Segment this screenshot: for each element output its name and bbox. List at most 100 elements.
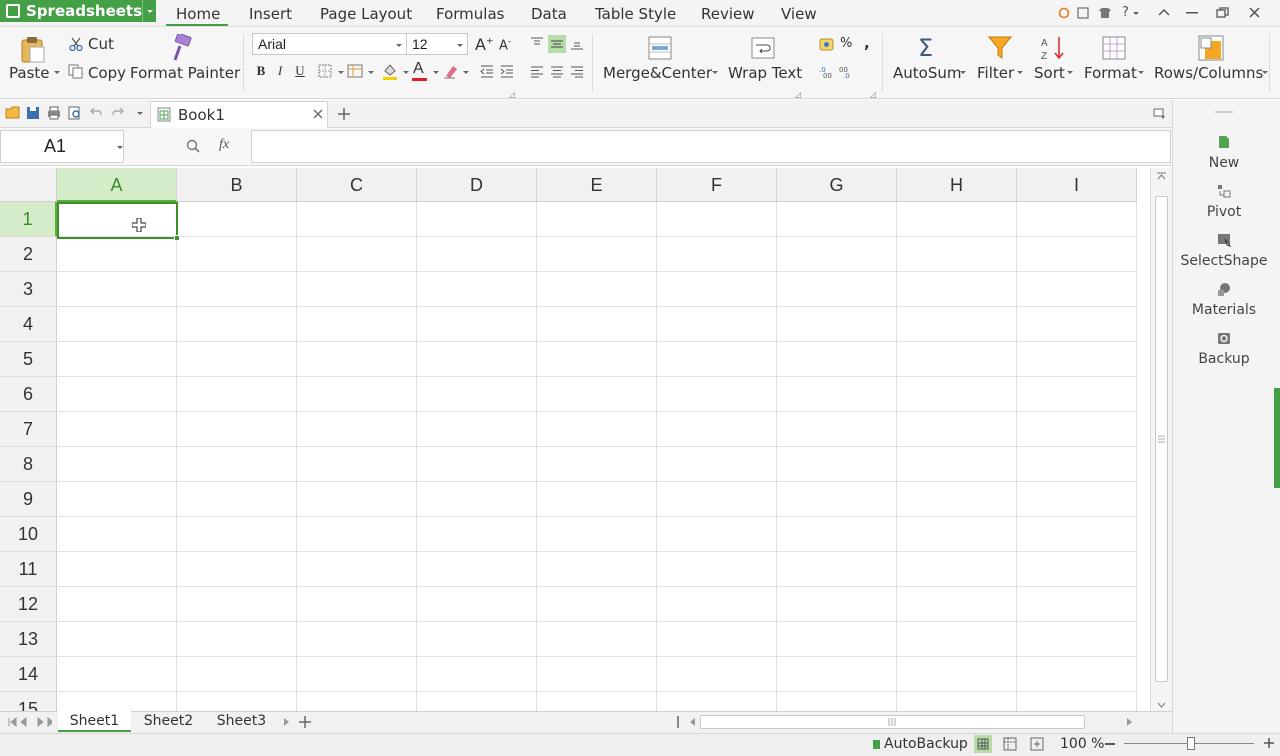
tab-view[interactable]: View (781, 5, 817, 23)
align-center-icon[interactable] (550, 66, 564, 78)
column-header[interactable]: F (657, 168, 777, 202)
help-dropdown-icon[interactable] (1133, 12, 1139, 15)
row-header[interactable]: 7 (0, 412, 57, 447)
sync-icon[interactable] (1058, 7, 1070, 19)
align-left-icon[interactable] (530, 66, 544, 78)
name-box[interactable]: A1 (0, 130, 124, 163)
shirt-icon[interactable] (1098, 7, 1112, 19)
row-header[interactable]: 14 (0, 657, 57, 692)
save-icon[interactable] (26, 106, 40, 120)
clear-format-dropdown-icon[interactable] (463, 71, 469, 74)
new-tab-icon[interactable] (337, 107, 351, 121)
autobackup-button[interactable]: AutoBackup (884, 736, 968, 752)
increase-decimal-icon[interactable]: .000 (819, 66, 833, 78)
paste-button[interactable]: Paste (9, 64, 50, 82)
app-menu-button[interactable]: Spreadsheets (0, 0, 156, 22)
cell-style-dropdown-icon[interactable] (368, 71, 374, 74)
format-dropdown-icon[interactable] (1138, 71, 1144, 74)
row-header[interactable]: 9 (0, 482, 57, 517)
skin-icon[interactable] (1077, 7, 1089, 19)
merge-center-icon[interactable] (648, 36, 672, 60)
row-header[interactable]: 12 (0, 587, 57, 622)
column-header[interactable]: H (897, 168, 1017, 202)
comma-format-button[interactable]: , (864, 34, 870, 52)
tab-list-icon[interactable] (1153, 108, 1167, 120)
active-cell[interactable] (57, 202, 180, 241)
zoom-level[interactable]: 100 % (1060, 736, 1104, 752)
alignment-settings-launcher-icon[interactable]: ◿ (795, 90, 801, 99)
zoom-in-icon[interactable] (1263, 737, 1275, 749)
sort-button[interactable]: Sort (1034, 64, 1065, 82)
sort-icon[interactable]: AZ (1040, 35, 1066, 61)
normal-view-icon[interactable] (974, 735, 992, 753)
percent-format-button[interactable]: % (840, 36, 852, 51)
paste-icon[interactable] (20, 36, 46, 64)
column-header[interactable]: C (297, 168, 417, 202)
underline-button[interactable]: U (291, 62, 309, 80)
column-header[interactable]: B (177, 168, 297, 202)
sheet-nav-icons[interactable] (8, 717, 52, 727)
sheet-scroll-right-icon[interactable] (283, 717, 291, 727)
cut-icon[interactable] (69, 37, 83, 51)
borders-dropdown-icon[interactable] (338, 71, 344, 74)
font-color-dropdown-icon[interactable] (433, 71, 439, 74)
column-header[interactable]: I (1017, 168, 1137, 202)
customize-quick-access-icon[interactable] (137, 112, 143, 115)
rows-columns-button[interactable]: Rows/Columns (1154, 64, 1263, 82)
font-settings-launcher-icon[interactable]: ◿ (509, 90, 515, 99)
font-name-select[interactable]: Arial (252, 33, 407, 55)
print-icon[interactable] (47, 106, 61, 120)
scroll-down-icon[interactable] (1156, 702, 1167, 709)
task-pane-toggle[interactable] (1274, 388, 1280, 488)
full-screen-view-icon[interactable] (1030, 737, 1044, 751)
tab-data[interactable]: Data (531, 5, 567, 23)
filter-dropdown-icon[interactable] (1017, 71, 1023, 74)
formula-input[interactable] (251, 130, 1171, 163)
close-window-icon[interactable] (1249, 7, 1260, 18)
collapse-ribbon-icon[interactable] (1158, 8, 1170, 16)
tab-split-handle[interactable] (677, 716, 679, 728)
align-bottom-icon[interactable] (570, 38, 584, 50)
row-header[interactable]: 13 (0, 622, 57, 657)
format-button[interactable]: Format (1084, 64, 1137, 82)
sheet-tab-sheet1[interactable]: Sheet1 (58, 711, 131, 732)
column-header[interactable]: E (537, 168, 657, 202)
decrease-font-icon[interactable]: A- (499, 37, 511, 53)
column-header[interactable]: G (777, 168, 897, 202)
align-top-icon[interactable] (530, 37, 544, 49)
add-sheet-icon[interactable] (298, 715, 312, 729)
scroll-top-icon[interactable] (1156, 172, 1167, 180)
row-header[interactable]: 10 (0, 517, 57, 552)
italic-button[interactable]: I (271, 62, 289, 80)
name-box-dropdown-icon[interactable] (117, 146, 123, 149)
row-header[interactable]: 4 (0, 307, 57, 342)
row-header[interactable]: 2 (0, 237, 57, 272)
cut-button[interactable]: Cut (88, 35, 114, 53)
autosum-icon[interactable]: Σ (918, 34, 933, 62)
document-tab[interactable] (150, 101, 328, 128)
fill-color-icon[interactable] (382, 62, 398, 80)
zoom-slider-thumb[interactable] (1187, 737, 1195, 750)
undo-icon[interactable] (90, 107, 102, 117)
font-size-select[interactable]: 12 (406, 33, 468, 55)
fill-handle[interactable] (174, 235, 180, 241)
redo-icon[interactable] (112, 107, 124, 117)
clear-format-icon[interactable] (443, 63, 459, 79)
minimize-icon[interactable] (1186, 12, 1198, 14)
rows-columns-dropdown-icon[interactable] (1262, 71, 1268, 74)
rows-columns-icon[interactable] (1198, 35, 1224, 61)
merge-center-dropdown-icon[interactable] (712, 71, 718, 74)
tab-formulas[interactable]: Formulas (436, 5, 504, 23)
wrap-text-button[interactable]: Wrap Text (728, 64, 802, 82)
font-color-icon[interactable]: A (413, 60, 424, 78)
format-painter-icon[interactable] (170, 34, 194, 62)
zoom-formula-icon[interactable] (186, 139, 200, 153)
scroll-right-icon[interactable] (1126, 717, 1133, 727)
align-right-icon[interactable] (570, 66, 584, 78)
currency-format-icon[interactable] (819, 38, 834, 51)
tab-page-layout[interactable]: Page Layout (320, 5, 412, 23)
cell-style-icon[interactable] (347, 64, 363, 78)
page-break-view-icon[interactable] (1003, 737, 1017, 751)
borders-icon[interactable] (318, 64, 332, 78)
column-header[interactable]: A (57, 168, 177, 202)
